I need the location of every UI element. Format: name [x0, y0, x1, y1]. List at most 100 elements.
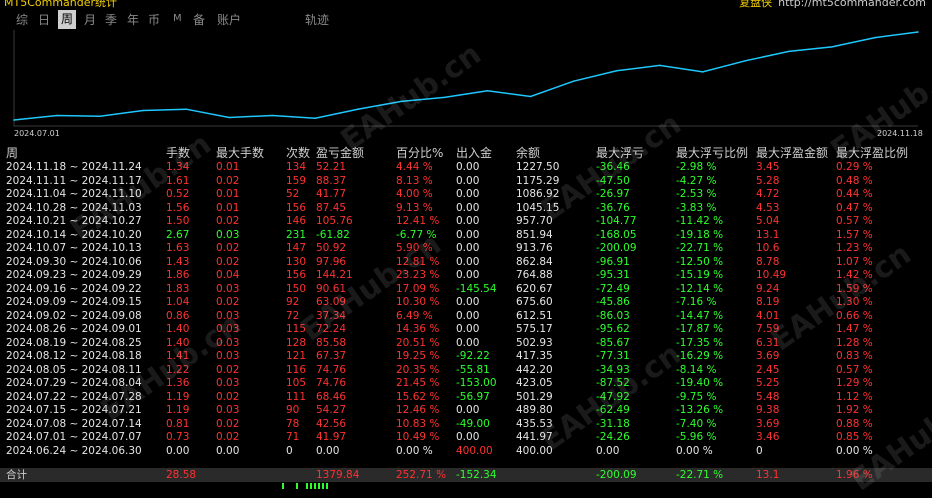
- tab-day[interactable]: 日: [38, 11, 50, 28]
- cell-balance: 441.97: [516, 431, 553, 443]
- table-row[interactable]: 2024.10.07 ~ 2024.10.13 1.63 0.02 147 50.92 5…: [0, 242, 932, 256]
- cell-max-float-loss: -95.31: [596, 269, 630, 281]
- table-row[interactable]: 2024.08.19 ~ 2024.08.25 1.40 0.03 128 85.58 2…: [0, 337, 932, 351]
- total-max-float-loss-pct: -22.71 %: [676, 469, 724, 481]
- table-row[interactable]: 2024.07.29 ~ 2024.08.04 1.36 0.03 105 74.76 2…: [0, 377, 932, 391]
- chart-axes: [13, 30, 918, 127]
- tab-symbol[interactable]: 币: [148, 11, 160, 28]
- cell-max-float-loss-pct: -4.27 %: [676, 174, 717, 187]
- table-row[interactable]: 2024.09.09 ~ 2024.09.15 1.04 0.02 92 63.09 10…: [0, 296, 932, 310]
- cell-pnl: 88.37: [316, 174, 347, 187]
- cell-max-float-profit-pct: 1.57 %: [836, 228, 873, 241]
- col-max-float-profit[interactable]: 最大浮盈金额: [756, 145, 828, 161]
- col-balance[interactable]: 余额: [516, 145, 540, 161]
- table-row[interactable]: 2024.07.01 ~ 2024.07.07 0.73 0.02 71 41.97 10…: [0, 431, 932, 445]
- cell-max-float-loss-pct: -3.83 %: [676, 201, 717, 214]
- balance-point: [13, 119, 15, 121]
- table-row[interactable]: 2024.07.22 ~ 2024.07.28 1.19 0.02 111 68.46 1…: [0, 391, 932, 405]
- cell-max-float-profit: 4.72: [756, 188, 780, 200]
- cell-lots: 1.86: [166, 269, 190, 281]
- cell-max-float-loss-pct: -15.19 %: [676, 269, 724, 281]
- title-bar: MT5Commander统计 复盘侠 http://mt5commander.co…: [0, 0, 932, 8]
- cell-max-float-loss: -95.62: [596, 323, 630, 335]
- cell-max-float-profit-pct: 0.57 %: [836, 215, 873, 227]
- table-row[interactable]: 2024.11.18 ~ 2024.11.24 1.34 0.01 134 52.21 4…: [0, 161, 932, 175]
- cell-cashflow: 0.00: [456, 431, 480, 443]
- cell-balance: 862.84: [516, 255, 553, 268]
- balance-point: [702, 71, 704, 73]
- x-axis-start-label: 2024.07.01: [14, 129, 60, 138]
- cell-trades: 159: [286, 174, 307, 187]
- table-row[interactable]: 2024.11.11 ~ 2024.11.17 1.61 0.02 159 88.37 8…: [0, 175, 932, 189]
- cell-max-float-loss-pct: 0.00 %: [676, 444, 713, 457]
- col-max-float-profit-pct[interactable]: 最大浮盈比例: [836, 145, 908, 161]
- col-cashflow[interactable]: 出入金: [456, 145, 492, 161]
- tab-week[interactable]: 周: [58, 10, 77, 29]
- cell-trades: 72: [286, 309, 300, 322]
- cell-cashflow: 0.00: [456, 188, 480, 200]
- cell-max-float-profit-pct: 1.47 %: [836, 323, 873, 335]
- brand-url[interactable]: http://mt5commander.com: [778, 0, 926, 8]
- cell-max-float-profit: 4.01: [756, 309, 780, 322]
- cell-max-float-profit: 3.46: [756, 431, 780, 443]
- table-row[interactable]: 2024.07.08 ~ 2024.07.14 0.81 0.02 78 42.56 10…: [0, 418, 932, 432]
- tab-track[interactable]: 轨迹: [305, 11, 329, 28]
- cell-balance: 442.20: [516, 363, 553, 376]
- cell-balance: 1045.15: [516, 201, 560, 214]
- cell-cashflow: 0.00: [456, 336, 480, 349]
- cell-lots: 1.04: [166, 296, 190, 308]
- col-max-float-loss-pct[interactable]: 最大浮亏比例: [676, 145, 748, 161]
- balance-point: [745, 59, 747, 62]
- col-week[interactable]: 周: [6, 145, 18, 161]
- balance-point: [788, 50, 790, 53]
- tab-month[interactable]: 月: [84, 11, 96, 28]
- cell-percent: 5.90 %: [396, 242, 433, 254]
- table-row[interactable]: 2024.09.23 ~ 2024.09.29 1.86 0.04 156 144.21…: [0, 269, 932, 283]
- table-row[interactable]: 2024.09.30 ~ 2024.10.06 1.43 0.02 130 97.96 1…: [0, 256, 932, 270]
- tab-year[interactable]: 年: [127, 11, 139, 28]
- col-percent[interactable]: 百分比%: [396, 145, 443, 161]
- table-row[interactable]: 2024.08.26 ~ 2024.09.01 1.40 0.03 115 72.24 1…: [0, 323, 932, 337]
- cell-lots: 0.52: [166, 188, 190, 200]
- col-lots[interactable]: 手数: [166, 145, 190, 161]
- cell-max-float-profit-pct: 1.23 %: [836, 242, 873, 254]
- cell-trades: 121: [286, 350, 307, 362]
- cell-week: 2024.07.29 ~ 2024.08.04: [6, 377, 142, 389]
- table-row[interactable]: 2024.10.14 ~ 2024.10.20 2.67 0.03 231 -61.82…: [0, 229, 932, 243]
- table-row[interactable]: 2024.09.16 ~ 2024.09.22 1.83 0.03 150 90.61 1…: [0, 283, 932, 297]
- cell-percent: 4.44 %: [396, 161, 433, 173]
- cell-week: 2024.09.16 ~ 2024.09.22: [6, 282, 142, 295]
- table-row[interactable]: 2024.07.15 ~ 2024.07.21 1.19 0.03 90 54.27 12…: [0, 404, 932, 418]
- cell-max-float-loss-pct: -13.26 %: [676, 404, 724, 416]
- col-max-lots[interactable]: 最大手数: [216, 145, 264, 161]
- cell-max-lots: 0.02: [216, 242, 240, 254]
- table-row[interactable]: 2024.09.02 ~ 2024.09.08 0.86 0.03 72 37.34 6.…: [0, 310, 932, 324]
- col-trades[interactable]: 次数: [286, 145, 310, 161]
- cell-percent: 19.25 %: [396, 350, 440, 362]
- cell-pnl: 72.24: [316, 323, 347, 335]
- cell-cashflow: 0.00: [456, 242, 480, 254]
- table-row[interactable]: 2024.08.05 ~ 2024.08.11 1.22 0.02 116 74.76 2…: [0, 364, 932, 378]
- table-row[interactable]: 2024.11.04 ~ 2024.11.10 0.52 0.01 52 41.77 4.…: [0, 188, 932, 202]
- tab-note[interactable]: 备: [193, 11, 205, 28]
- cell-balance: 423.05: [516, 377, 553, 389]
- cell-max-lots: 0.00: [216, 444, 240, 457]
- cell-max-float-profit-pct: 0.44 %: [836, 188, 873, 200]
- cell-max-float-loss-pct: -9.75 %: [676, 390, 717, 403]
- tab-overview[interactable]: 综: [16, 11, 28, 28]
- table-row[interactable]: 2024.10.21 ~ 2024.10.27 1.50 0.02 146 105.76…: [0, 215, 932, 229]
- total-percent: 252.71 %: [396, 469, 447, 481]
- cell-max-float-loss: -26.97: [596, 188, 630, 200]
- cell-cashflow: -153.00: [456, 377, 497, 389]
- table-row[interactable]: 2024.08.12 ~ 2024.08.18 1.41 0.03 121 67.37 1…: [0, 350, 932, 364]
- col-pnl[interactable]: 盈亏金额: [316, 145, 364, 161]
- tab-account[interactable]: 账户: [217, 11, 241, 28]
- table-row[interactable]: 2024.06.24 ~ 2024.06.30 0.00 0.00 0 0.00 0.00…: [0, 445, 932, 459]
- tab-quarter[interactable]: 季: [105, 11, 117, 28]
- cell-max-float-loss-pct: -7.40 %: [676, 417, 717, 430]
- col-max-float-loss[interactable]: 最大浮亏: [596, 145, 644, 161]
- cell-pnl: 74.76: [316, 377, 347, 389]
- table-row[interactable]: 2024.10.28 ~ 2024.11.03 1.56 0.01 156 87.45 9…: [0, 202, 932, 216]
- cell-week: 2024.08.26 ~ 2024.09.01: [6, 323, 142, 335]
- tab-magic[interactable]: M: [173, 13, 182, 24]
